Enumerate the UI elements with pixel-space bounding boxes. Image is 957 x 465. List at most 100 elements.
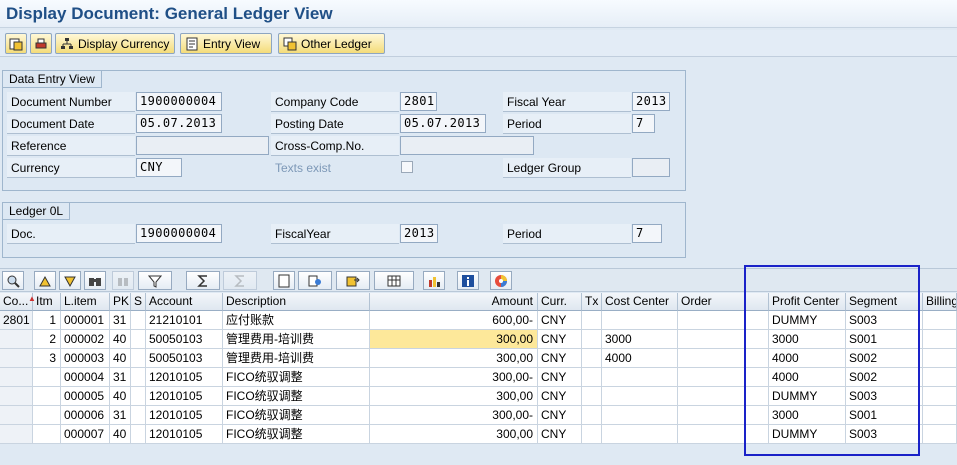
cell-amount[interactable]: 300,00 xyxy=(370,349,538,368)
print-button[interactable] xyxy=(30,33,52,54)
cell-segment[interactable]: S003 xyxy=(846,425,923,444)
cell-pk[interactable]: 31 xyxy=(110,368,131,387)
print-preview-button[interactable] xyxy=(273,271,295,290)
cell-account[interactable]: 12010105 xyxy=(146,406,223,425)
cell-s[interactable] xyxy=(131,330,146,349)
cell-account[interactable]: 12010105 xyxy=(146,368,223,387)
cell-order[interactable] xyxy=(678,387,769,406)
cell-curr[interactable]: CNY xyxy=(538,311,582,330)
cell-pk[interactable]: 40 xyxy=(110,330,131,349)
cell-litem[interactable]: 000002 xyxy=(61,330,110,349)
cell-profit-center[interactable]: 4000 xyxy=(769,368,846,387)
cell-description[interactable]: FICO统驭调整 xyxy=(223,387,370,406)
cell-description[interactable]: 管理费用-培训费 xyxy=(223,330,370,349)
cell-segment[interactable]: S001 xyxy=(846,330,923,349)
cell-tx[interactable] xyxy=(582,406,602,425)
display-currency-button[interactable]: Display Currency xyxy=(55,33,175,54)
cell-segment[interactable]: S002 xyxy=(846,349,923,368)
cell-order[interactable] xyxy=(678,368,769,387)
cell-amount[interactable]: 300,00- xyxy=(370,406,538,425)
cell-amount[interactable]: 300,00 xyxy=(370,330,538,349)
cell-s[interactable] xyxy=(131,425,146,444)
cell-s[interactable] xyxy=(131,349,146,368)
cell-litem[interactable]: 000006 xyxy=(61,406,110,425)
ledger-period-field[interactable]: 7 xyxy=(632,224,662,243)
cell-itm[interactable]: 3 xyxy=(33,349,61,368)
col-header-s[interactable]: S xyxy=(131,293,146,311)
cell-tx[interactable] xyxy=(582,311,602,330)
find-button[interactable] xyxy=(84,271,106,290)
cell-amount[interactable]: 600,00- xyxy=(370,311,538,330)
cell-cost-center[interactable] xyxy=(602,387,678,406)
cell-itm[interactable] xyxy=(33,387,61,406)
cell-order[interactable] xyxy=(678,330,769,349)
entry-view-button[interactable]: Entry View xyxy=(180,33,272,54)
document-number-field[interactable]: 1900000004 xyxy=(136,92,222,111)
col-header-billing[interactable]: Billing xyxy=(923,293,957,311)
cell-co[interactable] xyxy=(0,406,33,425)
posting-date-field[interactable]: 05.07.2013 xyxy=(400,114,486,133)
cell-billing[interactable] xyxy=(923,406,957,425)
col-header-tx[interactable]: Tx xyxy=(582,293,602,311)
cell-billing[interactable] xyxy=(923,368,957,387)
cell-pk[interactable]: 31 xyxy=(110,406,131,425)
col-header-profit-center[interactable]: Profit Center xyxy=(769,293,846,311)
cell-segment[interactable]: S001 xyxy=(846,406,923,425)
cell-billing[interactable] xyxy=(923,387,957,406)
cell-account[interactable]: 12010105 xyxy=(146,387,223,406)
cell-amount[interactable]: 300,00 xyxy=(370,387,538,406)
col-header-description[interactable]: Description xyxy=(223,293,370,311)
cell-pk[interactable]: 31 xyxy=(110,311,131,330)
reference-field[interactable] xyxy=(136,136,269,155)
cell-account[interactable]: 50050103 xyxy=(146,349,223,368)
cell-curr[interactable]: CNY xyxy=(538,330,582,349)
cell-curr[interactable]: CNY xyxy=(538,387,582,406)
cell-s[interactable] xyxy=(131,387,146,406)
cell-tx[interactable] xyxy=(582,368,602,387)
cell-cost-center[interactable] xyxy=(602,311,678,330)
views-button[interactable] xyxy=(298,271,332,290)
cell-co[interactable] xyxy=(0,425,33,444)
cell-cost-center[interactable] xyxy=(602,368,678,387)
cell-tx[interactable] xyxy=(582,349,602,368)
col-header-litem[interactable]: L.item xyxy=(61,293,110,311)
cell-billing[interactable] xyxy=(923,349,957,368)
cell-tx[interactable] xyxy=(582,387,602,406)
cell-itm[interactable]: 2 xyxy=(33,330,61,349)
cell-billing[interactable] xyxy=(923,425,957,444)
color-legend-button[interactable] xyxy=(490,271,512,290)
export-button[interactable] xyxy=(336,271,370,290)
cell-co[interactable] xyxy=(0,387,33,406)
cell-curr[interactable]: CNY xyxy=(538,349,582,368)
cell-curr[interactable]: CNY xyxy=(538,368,582,387)
cell-litem[interactable]: 000001 xyxy=(61,311,110,330)
cell-cost-center[interactable] xyxy=(602,406,678,425)
cell-s[interactable] xyxy=(131,311,146,330)
filter-button[interactable] xyxy=(138,271,172,290)
cell-description[interactable]: 管理费用-培训费 xyxy=(223,349,370,368)
cell-profit-center[interactable]: DUMMY xyxy=(769,311,846,330)
cell-description[interactable]: FICO统驭调整 xyxy=(223,368,370,387)
cell-co[interactable] xyxy=(0,349,33,368)
ledger-fiscal-year-field[interactable]: 2013 xyxy=(400,224,438,243)
cell-tx[interactable] xyxy=(582,425,602,444)
cell-account[interactable]: 50050103 xyxy=(146,330,223,349)
col-header-segment[interactable]: Segment xyxy=(846,293,923,311)
cell-order[interactable] xyxy=(678,311,769,330)
col-header-account[interactable]: Account xyxy=(146,293,223,311)
col-header-cost-center[interactable]: Cost Center xyxy=(602,293,678,311)
cell-profit-center[interactable]: DUMMY xyxy=(769,387,846,406)
cell-s[interactable] xyxy=(131,368,146,387)
ledger-group-field[interactable] xyxy=(632,158,670,177)
other-ledger-button[interactable]: Other Ledger xyxy=(278,33,385,54)
cell-billing[interactable] xyxy=(923,311,957,330)
cell-billing[interactable] xyxy=(923,330,957,349)
cell-cost-center[interactable] xyxy=(602,425,678,444)
cell-segment[interactable]: S003 xyxy=(846,387,923,406)
layout-button[interactable] xyxy=(374,271,414,290)
cross-comp-field[interactable] xyxy=(400,136,534,155)
sort-descending-button[interactable] xyxy=(59,271,81,290)
cell-pk[interactable]: 40 xyxy=(110,387,131,406)
cell-order[interactable] xyxy=(678,406,769,425)
texts-exist-checkbox[interactable] xyxy=(401,161,413,173)
